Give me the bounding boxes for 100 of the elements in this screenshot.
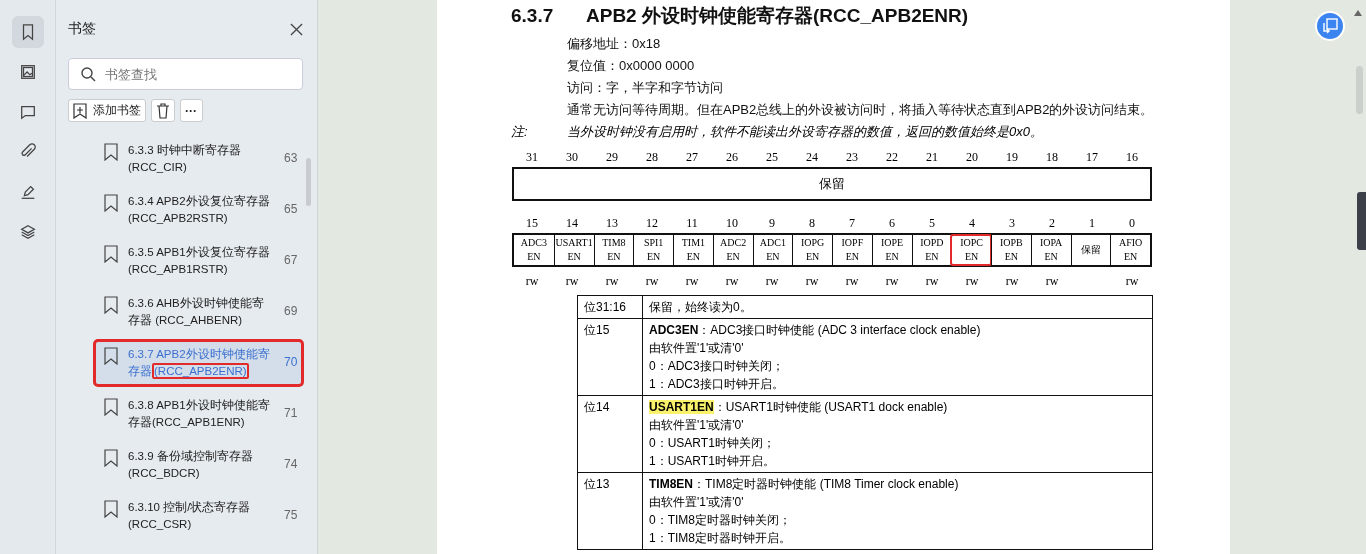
- bookmark-icon: [104, 347, 118, 365]
- bit-range: 位13: [577, 472, 643, 550]
- bit-number: 23: [845, 149, 859, 166]
- bit-number: 3: [1008, 215, 1016, 232]
- bit-number: 5: [928, 215, 936, 232]
- bit-number: 8: [808, 215, 816, 232]
- window-icon: [1320, 16, 1340, 36]
- bit-number: 26: [725, 149, 739, 166]
- bit-number: 31: [525, 149, 539, 166]
- access-mode: rw: [685, 274, 699, 288]
- meter-widget: [1357, 192, 1366, 250]
- bit-number: 30: [565, 149, 579, 166]
- field-detail: 由软件置'1'或清'0': [649, 417, 745, 434]
- bit-number: 13: [605, 215, 619, 232]
- field-detail: 保留，始终读为0。: [649, 299, 753, 316]
- field-detail: 0：TIM8定时器时钟关闭；: [649, 512, 792, 529]
- panel-title: 书签: [68, 20, 96, 38]
- bookmark-item[interactable]: 6.3.5 APB1外设复位寄存器 (RCC_APB1RSTR) 67: [68, 238, 303, 284]
- access-mode: rw: [525, 274, 539, 288]
- bit-number: 27: [685, 149, 699, 166]
- field-detail: 1：ADC3接口时钟开启。: [649, 376, 785, 393]
- access-mode: rw: [725, 274, 739, 288]
- field-detail: 1：TIM8定时器时钟开启。: [649, 530, 792, 547]
- field-detail: 由软件置'1'或清'0': [649, 340, 745, 357]
- section-heading: 6.3.7 APB2 外设时钟使能寄存器(RCC_APB2ENR): [511, 4, 970, 28]
- bookmark-item[interactable]: 6.3.6 AHB外设时钟使能寄存器 (RCC_AHBENR) 69: [68, 289, 303, 335]
- bookmark-item[interactable]: 6.3.3 时钟中断寄存器 (RCC_CIR) 63: [68, 136, 303, 182]
- bookmark-item[interactable]: 6.3.10 控制/状态寄存器 (RCC_CSR) 75: [68, 493, 303, 539]
- bookmark-tool-button[interactable]: [11, 16, 44, 48]
- access-mode: rw: [845, 274, 859, 288]
- bit-range: 位14: [577, 395, 643, 473]
- bookmark-item[interactable]: 6.3.9 备份域控制寄存器 (RCC_BDCR) 74: [68, 442, 303, 488]
- bit-number: 7: [848, 215, 856, 232]
- image-icon: [18, 63, 37, 81]
- access-mode: rw: [565, 274, 579, 288]
- bit-number: 20: [965, 149, 979, 166]
- bookmark-icon: [104, 143, 118, 161]
- bit-number: 9: [768, 215, 776, 232]
- bookmark-item[interactable]: 6.3.8 APB1外设时钟使能寄存器(RCC_APB1ENR) 71: [68, 391, 303, 437]
- convert-button[interactable]: [1315, 11, 1345, 41]
- bookmark-item[interactable]: 6.3.7 APB2外设时钟使能寄存器 (RCC_APB2ENR) 70: [94, 340, 303, 386]
- access-mode: rw: [885, 274, 899, 288]
- register-info: 访问：字，半字和字节访问: [567, 79, 724, 97]
- bit-number: 22: [885, 149, 899, 166]
- bookmark-item[interactable]: 6.3.4 APB2外设复位寄存器 (RCC_APB2RSTR) 65: [68, 187, 303, 233]
- scroll-up-icon[interactable]: [1354, 10, 1362, 16]
- field-description: TIM8EN：TIM8定时器时钟使能 (TIM8 Timer clock enable): [649, 476, 960, 493]
- field-description: ADC3EN：ADC3接口时钟使能 (ADC 3 interface clock enable): [649, 322, 982, 339]
- search-icon: [80, 66, 96, 82]
- field-detail: 1：USART1时钟开启。: [649, 453, 776, 470]
- close-icon[interactable]: [290, 22, 303, 36]
- bookmark-icon: [104, 194, 118, 212]
- search-field[interactable]: 书签查找: [68, 58, 303, 90]
- layers-icon: [18, 223, 37, 241]
- add-bookmark-button[interactable]: 添加书签: [68, 99, 146, 122]
- bookmark-icon: [104, 500, 118, 518]
- trash-icon: [156, 102, 170, 119]
- bit-number: 0: [1128, 215, 1136, 232]
- access-mode: rw: [1125, 274, 1139, 288]
- bit-number: 12: [645, 215, 659, 232]
- note-text: 当外设时钟没有启用时，软件不能读出外设寄存器的数值，返回的数值始终是0x0。: [567, 123, 1043, 141]
- bit-number: 17: [1085, 149, 1099, 166]
- bookmark-icon: [104, 398, 118, 416]
- bookmark-icon: [104, 245, 118, 263]
- note-label: 注:: [511, 123, 529, 141]
- bit-number: 18: [1045, 149, 1059, 166]
- bit-number: 4: [968, 215, 976, 232]
- bit-number: 25: [765, 149, 779, 166]
- bit-number: 24: [805, 149, 819, 166]
- bit-range: 位15: [577, 318, 643, 396]
- bit-number: 6: [888, 215, 896, 232]
- access-mode: rw: [1005, 274, 1019, 288]
- delete-button[interactable]: [151, 99, 175, 122]
- more-button[interactable]: ···: [180, 99, 203, 122]
- access-mode: rw: [805, 274, 819, 288]
- field-detail: 由软件置'1'或清'0': [649, 494, 745, 511]
- field-detail: 0：ADC3接口时钟关闭；: [649, 358, 785, 375]
- bookmark-icon: [104, 296, 118, 314]
- bit-number: 19: [1005, 149, 1019, 166]
- comment-icon: [18, 103, 37, 121]
- bit-number: 1: [1088, 215, 1096, 232]
- bit-number: 16: [1125, 149, 1139, 166]
- bit-number: 15: [525, 215, 539, 232]
- bit-number: 14: [565, 215, 579, 232]
- bit-number: 21: [925, 149, 939, 166]
- access-mode: rw: [645, 274, 659, 288]
- access-mode: rw: [925, 274, 939, 288]
- bookmark-plus-icon: [73, 102, 87, 119]
- bit-number: 11: [685, 215, 699, 232]
- bookmark-icon: [104, 449, 118, 467]
- reserved-field: 保留: [512, 167, 1152, 201]
- field-detail: 0：USART1时钟关闭；: [649, 435, 776, 452]
- scrollbar-thumb[interactable]: [1356, 66, 1363, 114]
- access-mode: rw: [965, 274, 979, 288]
- bit-number: 28: [645, 149, 659, 166]
- register-info: 复位值：0x0000 0000: [567, 57, 696, 75]
- bit-number: 2: [1048, 215, 1056, 232]
- bit-number: 29: [605, 149, 619, 166]
- register-info: 通常无访问等待周期。但在APB2总线上的外设被访问时，将插入等待状态直到APB2的外设访问结束。: [567, 101, 1155, 119]
- bit-range: 位31:16: [577, 295, 643, 319]
